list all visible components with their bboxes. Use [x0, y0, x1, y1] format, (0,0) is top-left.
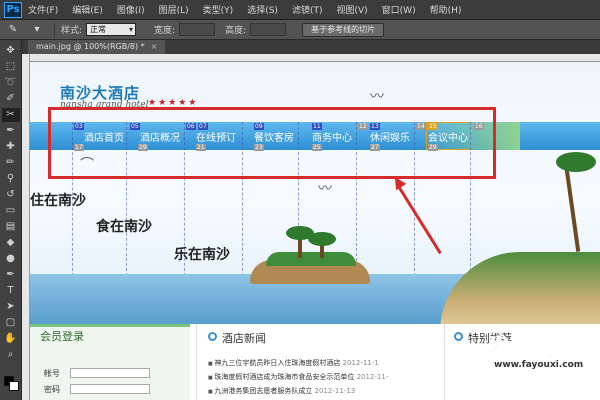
type-tool-icon[interactable]: T: [2, 284, 20, 298]
eyedropper-tool-icon[interactable]: ✒: [2, 124, 20, 138]
marquee-tool-icon[interactable]: ⬚: [2, 60, 20, 74]
dodge-tool-icon[interactable]: ●: [2, 252, 20, 266]
menu-edit[interactable]: 编辑(E): [72, 3, 103, 16]
site-watermark: 发游戏 www.fayouxi.com: [487, 330, 600, 400]
photoshop-logo-icon: Ps: [4, 1, 22, 18]
column-divider: [444, 324, 445, 400]
document-tab[interactable]: main.jpg @ 100%(RGB/8) * ×: [28, 40, 166, 54]
height-input[interactable]: [250, 23, 287, 36]
menu-filter[interactable]: 滤镜(T): [292, 3, 323, 16]
palm-leaves: [556, 152, 596, 172]
news-item-date: 2012-11-13: [314, 387, 356, 395]
photoshop-window: Ps 文件(F) 编辑(E) 图像(I) 图层(L) 类型(Y) 选择(S) 滤…: [0, 0, 600, 400]
password-label: 密码: [44, 385, 60, 394]
news-item-date: 2012-11-: [356, 373, 389, 381]
slogan-stay: 住在南沙: [30, 193, 86, 209]
news-item-text: 珠海度假村酒店成为珠海市食品安全示范单位: [214, 373, 355, 381]
news-section-icon: [208, 332, 217, 341]
menu-layer[interactable]: 图层(L): [159, 3, 189, 16]
news-item[interactable]: 九洲港务集团志愿者服务队成立 2012-11-13: [208, 386, 355, 396]
brush-tool-icon[interactable]: ✏: [2, 156, 20, 170]
background-color-swatch[interactable]: [9, 381, 19, 391]
account-input[interactable]: [70, 368, 150, 378]
special-section-icon: [454, 332, 463, 341]
clone-stamp-tool-icon[interactable]: ⚲: [2, 172, 20, 186]
hand-tool-icon[interactable]: ✋: [2, 332, 20, 346]
slogan-play: 乐在南沙: [174, 247, 230, 263]
quick-select-tool-icon[interactable]: ✐: [2, 92, 20, 106]
shape-tool-icon[interactable]: ▢: [2, 316, 20, 330]
document-tab-bar: main.jpg @ 100%(RGB/8) * ×: [22, 40, 600, 54]
login-title: 会员登录: [40, 330, 84, 343]
options-bar: ✎ ▾ 样式: 正常 宽度: 高度: 基于参考线的切片: [0, 20, 600, 40]
watermark-logo: 发游戏: [487, 336, 555, 362]
zoom-tool-icon[interactable]: ⌕: [2, 348, 20, 362]
seagull-image: 〰: [370, 89, 384, 105]
slices-from-guides-button[interactable]: 基于参考线的切片: [302, 22, 385, 37]
palm-leaves: [308, 232, 336, 246]
news-title: 酒店新闻: [222, 332, 266, 345]
history-brush-tool-icon[interactable]: ↺: [2, 188, 20, 202]
menu-help[interactable]: 帮助(H): [430, 3, 462, 16]
slice-tool-icon[interactable]: ✂: [1, 108, 20, 122]
menu-window[interactable]: 窗口(W): [382, 3, 416, 16]
style-label: 样式:: [61, 26, 83, 36]
document-tab-label: main.jpg @ 100%(RGB/8) *: [36, 42, 145, 51]
horizontal-ruler[interactable]: [30, 54, 600, 62]
column-divider: [196, 324, 197, 400]
options-divider: [54, 22, 55, 37]
gradient-tool-icon[interactable]: ▤: [2, 220, 20, 234]
news-item-text: 神九三位宇航员昨日入住珠海度假村酒店: [214, 359, 341, 367]
news-item-text: 九洲港务集团志愿者服务队成立: [214, 387, 313, 395]
style-select[interactable]: 正常: [86, 23, 137, 36]
healing-brush-tool-icon[interactable]: ✚: [2, 140, 20, 154]
slogan-eat: 食在南沙: [96, 219, 152, 235]
slice-tool-icon[interactable]: ✎: [6, 24, 20, 36]
password-input[interactable]: [70, 384, 150, 394]
eraser-tool-icon[interactable]: ▭: [2, 204, 20, 218]
toolbox: ✥ ⬚ ➰ ✐ ✂ ✒ ✚ ✏ ⚲ ↺ ▭ ▤ ◆ ● ✒ T ➤ ▢ ✋ ⌕: [0, 40, 22, 400]
news-item[interactable]: 珠海度假村酒店成为珠海市食品安全示范单位 2012-11-: [208, 372, 388, 382]
watermark-url: www.fayouxi.com: [492, 360, 586, 370]
path-select-tool-icon[interactable]: ➤: [2, 300, 20, 314]
menu-select[interactable]: 选择(S): [247, 3, 278, 16]
menu-image[interactable]: 图像(I): [117, 3, 145, 16]
pen-tool-icon[interactable]: ✒: [2, 268, 20, 282]
blur-tool-icon[interactable]: ◆: [2, 236, 20, 250]
news-item[interactable]: 神九三位宇航员昨日入住珠海度假村酒店 2012-11-1: [208, 358, 379, 368]
close-tab-icon[interactable]: ×: [151, 42, 158, 51]
menu-bar: Ps 文件(F) 编辑(E) 图像(I) 图层(L) 类型(Y) 选择(S) 滤…: [0, 0, 600, 20]
move-tool-icon[interactable]: ✥: [2, 44, 20, 58]
width-label: 宽度:: [154, 26, 176, 36]
news-item-date: 2012-11-1: [342, 359, 379, 367]
tool-preset-dropdown-icon[interactable]: ▾: [30, 24, 44, 36]
island-vegetation: [266, 252, 356, 266]
menu-view[interactable]: 视图(V): [336, 3, 367, 16]
lasso-tool-icon[interactable]: ➰: [2, 76, 20, 90]
account-label: 帐号: [44, 369, 60, 378]
menu-file[interactable]: 文件(F): [28, 3, 58, 16]
width-input[interactable]: [179, 23, 216, 36]
menu-type[interactable]: 类型(Y): [203, 3, 234, 16]
seagull-image: ⌒: [80, 157, 94, 173]
vertical-ruler[interactable]: [22, 54, 30, 400]
height-label: 高度:: [225, 26, 247, 36]
annotation-highlight-box: [48, 107, 496, 179]
seagull-image: 〰: [318, 181, 332, 197]
